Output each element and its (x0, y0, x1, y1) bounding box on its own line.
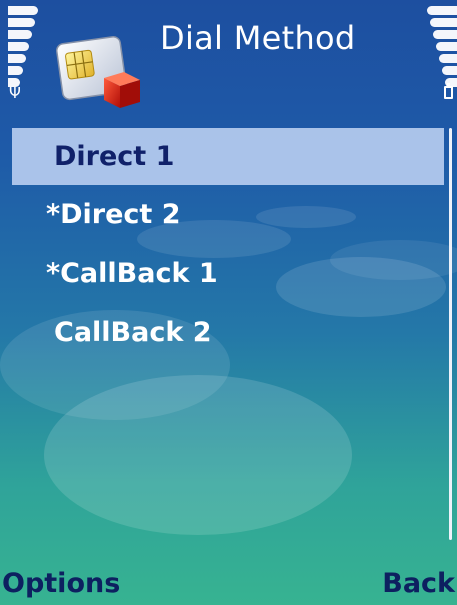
scrollbar[interactable] (449, 128, 452, 540)
softkey-bar: Options Back (0, 560, 457, 605)
battery-icon (444, 83, 453, 99)
sim-card-icon (52, 32, 144, 112)
back-softkey[interactable]: Back (382, 564, 455, 604)
title-pane: Ψ Dial Method (0, 0, 457, 125)
options-softkey[interactable]: Options (2, 564, 120, 604)
antenna-icon: Ψ (9, 84, 21, 102)
page-title: Dial Method (160, 19, 356, 57)
phone-screen: Ψ Dial Method Direct 1 *Direct 2 *CallBa… (0, 0, 457, 605)
list-item-callback-2[interactable]: CallBack 2 (12, 303, 444, 362)
list-item-direct-2[interactable]: *Direct 2 (12, 185, 444, 244)
list-item-callback-1[interactable]: *CallBack 1 (12, 244, 444, 303)
dial-method-list: Direct 1 *Direct 2 *CallBack 1 CallBack … (12, 128, 444, 362)
list-item-direct-1[interactable]: Direct 1 (12, 128, 444, 185)
